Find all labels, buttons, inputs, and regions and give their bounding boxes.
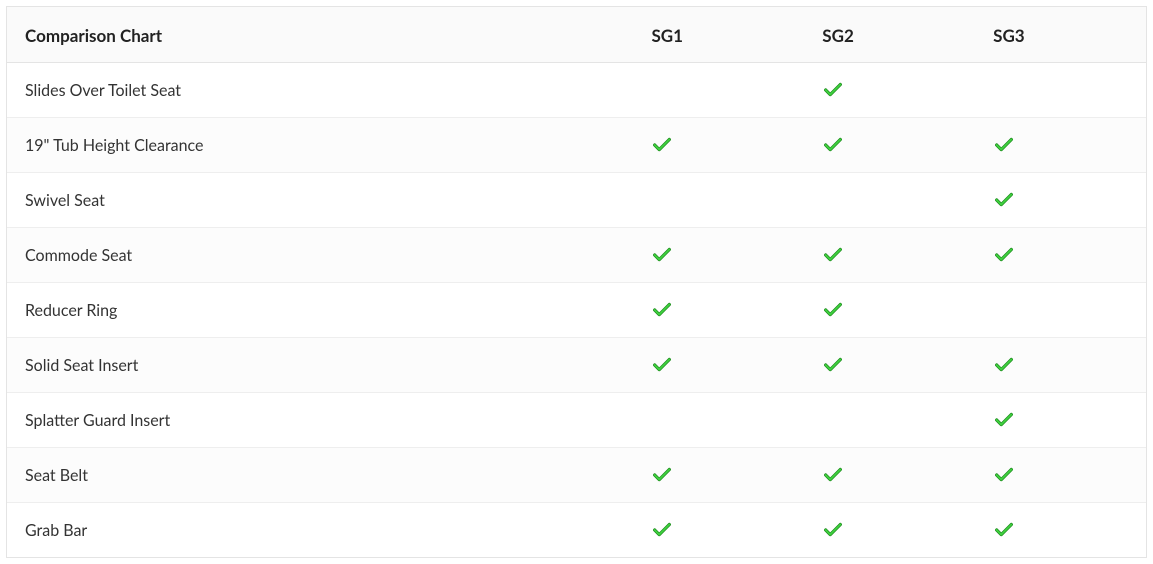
feature-cell bbox=[975, 63, 1146, 118]
feature-cell bbox=[975, 118, 1146, 173]
feature-cell bbox=[633, 448, 804, 503]
table-row: Grab Bar bbox=[7, 503, 1146, 558]
feature-label: Splatter Guard Insert bbox=[7, 393, 633, 448]
feature-cell bbox=[975, 338, 1146, 393]
comparison-table: Comparison Chart SG1 SG2 SG3 Slides Over… bbox=[7, 7, 1146, 557]
feature-cell bbox=[633, 338, 804, 393]
feature-cell bbox=[975, 173, 1146, 228]
feature-cell bbox=[804, 228, 975, 283]
header-title: Comparison Chart bbox=[7, 7, 633, 63]
header-col-sg2: SG2 bbox=[804, 7, 975, 63]
check-icon bbox=[822, 354, 844, 376]
check-icon bbox=[993, 189, 1015, 211]
check-icon bbox=[651, 134, 673, 156]
check-icon bbox=[993, 134, 1015, 156]
feature-cell bbox=[633, 173, 804, 228]
feature-cell bbox=[633, 228, 804, 283]
feature-cell bbox=[804, 503, 975, 558]
feature-cell bbox=[804, 283, 975, 338]
check-icon bbox=[651, 464, 673, 486]
check-icon bbox=[822, 79, 844, 101]
feature-cell bbox=[975, 283, 1146, 338]
table-row: Commode Seat bbox=[7, 228, 1146, 283]
table-row: Splatter Guard Insert bbox=[7, 393, 1146, 448]
feature-cell bbox=[633, 63, 804, 118]
feature-label: 19" Tub Height Clearance bbox=[7, 118, 633, 173]
feature-label: Grab Bar bbox=[7, 503, 633, 558]
feature-label: Commode Seat bbox=[7, 228, 633, 283]
feature-cell bbox=[975, 503, 1146, 558]
header-col-sg1: SG1 bbox=[633, 7, 804, 63]
check-icon bbox=[822, 464, 844, 486]
feature-cell bbox=[804, 118, 975, 173]
feature-label: Swivel Seat bbox=[7, 173, 633, 228]
check-icon bbox=[993, 244, 1015, 266]
table-row: Reducer Ring bbox=[7, 283, 1146, 338]
check-icon bbox=[822, 134, 844, 156]
check-icon bbox=[993, 519, 1015, 541]
check-icon bbox=[651, 244, 673, 266]
feature-cell bbox=[633, 283, 804, 338]
table-header-row: Comparison Chart SG1 SG2 SG3 bbox=[7, 7, 1146, 63]
feature-cell bbox=[804, 338, 975, 393]
feature-cell bbox=[804, 393, 975, 448]
check-icon bbox=[822, 519, 844, 541]
feature-cell bbox=[975, 228, 1146, 283]
feature-label: Reducer Ring bbox=[7, 283, 633, 338]
feature-cell bbox=[633, 118, 804, 173]
check-icon bbox=[822, 244, 844, 266]
check-icon bbox=[651, 354, 673, 376]
table-row: Slides Over Toilet Seat bbox=[7, 63, 1146, 118]
feature-cell bbox=[975, 448, 1146, 503]
feature-cell bbox=[633, 503, 804, 558]
feature-label: Solid Seat Insert bbox=[7, 338, 633, 393]
check-icon bbox=[822, 299, 844, 321]
table-row: 19" Tub Height Clearance bbox=[7, 118, 1146, 173]
check-icon bbox=[651, 519, 673, 541]
table-row: Seat Belt bbox=[7, 448, 1146, 503]
check-icon bbox=[993, 409, 1015, 431]
feature-cell bbox=[633, 393, 804, 448]
feature-cell bbox=[804, 173, 975, 228]
feature-cell bbox=[804, 63, 975, 118]
feature-cell bbox=[804, 448, 975, 503]
header-col-sg3: SG3 bbox=[975, 7, 1146, 63]
table-row: Solid Seat Insert bbox=[7, 338, 1146, 393]
check-icon bbox=[993, 464, 1015, 486]
table-row: Swivel Seat bbox=[7, 173, 1146, 228]
feature-label: Slides Over Toilet Seat bbox=[7, 63, 633, 118]
feature-label: Seat Belt bbox=[7, 448, 633, 503]
check-icon bbox=[993, 354, 1015, 376]
check-icon bbox=[651, 299, 673, 321]
comparison-panel: Comparison Chart SG1 SG2 SG3 Slides Over… bbox=[6, 6, 1147, 558]
feature-cell bbox=[975, 393, 1146, 448]
